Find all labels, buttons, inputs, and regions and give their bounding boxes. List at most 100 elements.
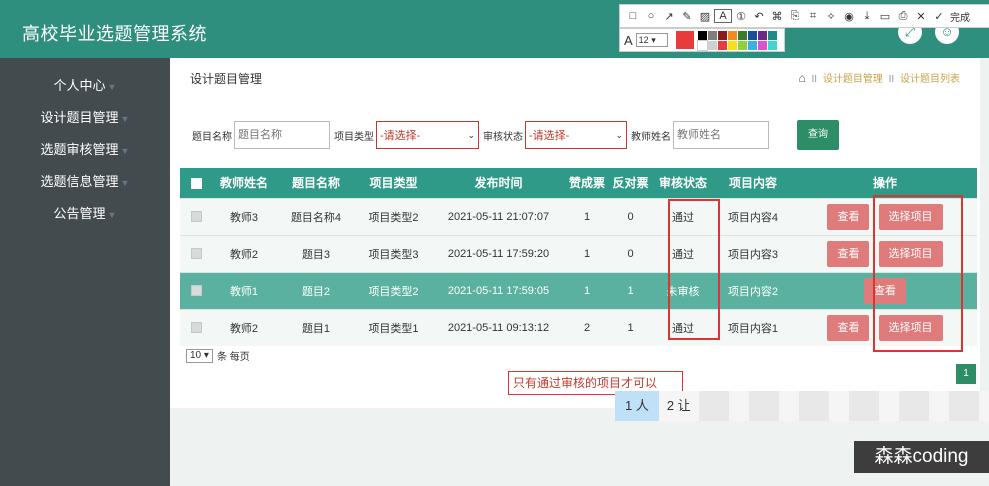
teacher-cell: 教师2 [212,308,276,346]
title-cell: 题目名称4 [276,197,356,235]
yes-votes-cell: 2 [566,308,608,346]
page-number-button[interactable]: 1 [956,364,976,384]
title-cell: 题目1 [276,308,356,346]
sidebar-item-topic-design[interactable]: 设计题目管理 ▼ [0,102,170,134]
table-row[interactable]: 教师3 题目名称4 项目类型2 2021-05-11 21:07:07 1 0 … [180,197,977,235]
sidebar-item-topic-review[interactable]: 选题审核管理 ▼ [0,134,170,166]
magic-icon[interactable]: ✧ [822,10,840,23]
bookmark-icon[interactable]: ⎙ [894,10,912,23]
undo-icon[interactable]: ↶ [750,10,768,23]
check-icon[interactable]: ✓ [930,10,948,23]
record-icon[interactable]: ◉ [840,10,858,23]
actions-cell: 查看 选择项目 [793,197,977,235]
time-cell: 2021-05-11 17:59:20 [431,234,566,272]
pin-icon[interactable]: ⌘ [768,10,786,23]
copy-icon[interactable]: ⎘ [786,10,804,23]
table-row[interactable]: 教师1 题目2 项目类型2 2021-05-11 17:59:05 1 1 未审… [180,271,977,309]
pen-icon[interactable]: ✎ [678,10,696,23]
palette-color-swatch[interactable] [717,30,727,40]
caret-down-icon: ▼ [120,146,130,156]
row-checkbox[interactable] [190,285,202,297]
rectangle-icon[interactable]: □ [624,10,642,22]
no-votes-cell: 0 [608,234,653,272]
search-button[interactable]: 查询 [797,120,839,150]
numbering-icon[interactable]: ① [732,10,750,23]
row-checkbox[interactable] [190,322,202,334]
sidebar-item-label: 设计题目管理 [40,110,119,125]
type-cell: 项目类型1 [356,308,431,346]
palette-color-swatch[interactable] [717,40,727,50]
palette-color-swatch[interactable] [737,40,747,50]
main-content: 设计题目管理 ⌂ II 设计题目管理 II 设计题目列表 题目名称 项目类型 -… [170,58,989,486]
current-color-swatch[interactable] [675,31,694,49]
title-filter-input[interactable] [234,121,330,149]
table-row[interactable]: 教师2 题目3 项目类型3 2021-05-11 17:59:20 1 0 通过… [180,234,977,272]
watermark: 森森coding [854,441,989,473]
palette-color-swatch[interactable] [727,30,737,40]
row-checkbox-cell [180,308,212,346]
home-icon[interactable]: ⌂ [799,71,806,85]
palette-color-swatch[interactable] [757,30,767,40]
select-all-checkbox[interactable] [190,178,202,190]
palette-color-swatch[interactable] [697,30,707,40]
row-checkbox-cell [180,234,212,272]
page-size-select[interactable]: 10 ▾ [186,348,213,363]
ellipse-icon[interactable]: ○ [642,10,660,22]
status-cell: 通过 [653,234,713,272]
teacher-filter-input[interactable] [673,121,769,149]
palette-color-swatch[interactable] [707,30,717,40]
teacher-cell: 教师2 [212,234,276,272]
palette-color-swatch[interactable] [767,30,777,40]
palette-color-swatch[interactable] [747,30,757,40]
color-palette [696,30,777,51]
breadcrumb-item[interactable]: 设计题目管理 [823,74,883,85]
save-icon[interactable]: ▭ [876,10,894,23]
row-checkbox[interactable] [190,248,202,260]
font-icon: A [624,32,633,48]
view-button[interactable]: 查看 [827,240,870,267]
view-button[interactable]: 查看 [827,314,870,341]
caret-down-icon: ▼ [107,210,117,220]
no-votes-cell: 1 [608,271,653,309]
column-header: 题目名称 [276,168,356,198]
done-button[interactable]: 完成 [950,9,970,24]
close-icon[interactable]: ✕ [912,10,930,23]
palette-color-swatch[interactable] [747,40,757,50]
breadcrumb-item[interactable]: 设计题目列表 [900,74,960,85]
palette-color-swatch[interactable] [727,40,737,50]
sidebar-item-announcements[interactable]: 公告管理 ▼ [0,198,170,230]
scan-icon[interactable]: ⌗ [804,10,822,23]
view-button[interactable]: 查看 [864,277,906,304]
no-votes-cell: 0 [608,197,653,235]
view-button[interactable]: 查看 [827,203,870,230]
type-filter-value: -请选择- [380,130,421,142]
palette-color-swatch[interactable] [757,40,767,50]
palette-color-swatch[interactable] [696,39,708,51]
status-filter-label: 审核状态 [483,131,523,143]
status-cell: 通过 [653,197,713,235]
text-tool-icon[interactable]: A [714,9,732,23]
per-page-label: 条 每页 [216,352,250,363]
font-size-select[interactable]: 12 ▾ [635,33,668,47]
ime-blurred-candidates [698,391,989,421]
sidebar-item-personal-center[interactable]: 个人中心 ▼ [0,70,170,102]
select-topic-button[interactable]: 选择项目 [878,240,943,267]
ime-candidate[interactable]: 2 让 [659,391,699,421]
select-topic-button[interactable]: 选择项目 [878,203,943,230]
page-size-value: 10 [190,349,202,361]
palette-color-swatch[interactable] [767,40,777,50]
ime-candidate[interactable]: 1 人 [615,391,659,421]
time-cell: 2021-05-11 21:07:07 [431,197,566,235]
type-filter-select[interactable]: -请选择- ⌄ [376,121,479,149]
row-checkbox[interactable] [190,211,202,223]
palette-color-swatch[interactable] [737,30,747,40]
select-topic-button[interactable]: 选择项目 [878,314,943,341]
sidebar-item-topic-info[interactable]: 选题信息管理 ▼ [0,166,170,198]
mosaic-icon[interactable]: ▨ [696,10,714,23]
arrow-icon[interactable]: ↗ [660,10,678,23]
download-icon[interactable]: ⤓ [858,10,876,23]
status-filter-select[interactable]: -请选择- ⌄ [525,121,627,149]
palette-color-swatch[interactable] [707,40,717,50]
table-row[interactable]: 教师2 题目1 项目类型1 2021-05-11 09:13:12 2 1 通过… [180,308,977,346]
screenshot-toolbar: □ ○ ↗ ✎ ▨ A ① ↶ ⌘ ⎘ ⌗ ✧ ◉ ⤓ ▭ ⎙ ✕ ✓ 完成 [619,4,989,28]
